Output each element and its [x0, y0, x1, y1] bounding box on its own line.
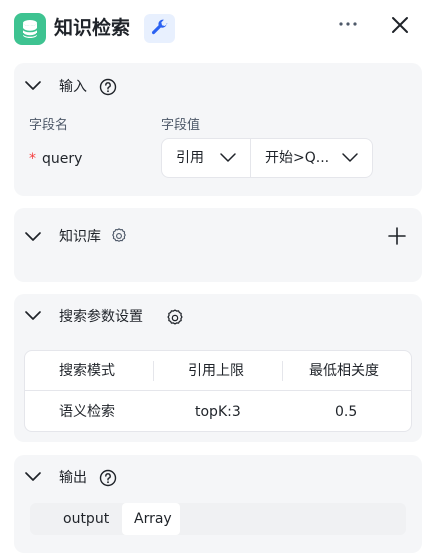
- search-params-table: 搜索模式 引用上限 最低相关度 语义检索 topK:3 0.5: [24, 350, 412, 432]
- column-header-field-value: 字段值: [161, 118, 201, 133]
- node-header: 知识检索: [0, 0, 437, 56]
- table-header-cell: 引用上限: [188, 363, 244, 379]
- section-title: 搜索参数设置: [59, 309, 143, 325]
- section-title: 输出: [59, 470, 87, 486]
- chevron-down-icon[interactable]: [24, 307, 42, 325]
- divider: [411, 361, 412, 381]
- table-cell: topK:3: [195, 404, 241, 420]
- ref-value-select[interactable]: 开始>Q...: [251, 139, 373, 177]
- output-name: output: [63, 511, 110, 527]
- output-type-tag: Array: [122, 503, 180, 535]
- wrench-icon[interactable]: [144, 14, 175, 43]
- section-title: 输入: [59, 79, 87, 95]
- field-value-selector: 引用 开始>Q...: [161, 138, 373, 178]
- field-name: query: [42, 151, 83, 167]
- help-icon[interactable]: [99, 78, 117, 96]
- ref-type-select[interactable]: 引用: [162, 139, 250, 177]
- help-icon[interactable]: [99, 469, 117, 487]
- divider: [282, 361, 283, 381]
- kb-section: 知识库: [14, 208, 422, 282]
- column-header-field-name: 字段名: [29, 118, 69, 133]
- ref-type-value: 引用: [176, 150, 204, 166]
- chevron-down-icon[interactable]: [24, 228, 42, 246]
- divider: [153, 361, 154, 381]
- table-cell: 语义检索: [59, 404, 115, 420]
- chevron-down-icon[interactable]: [24, 77, 42, 95]
- required-mark: *: [29, 151, 36, 167]
- output-row: output Array: [30, 503, 406, 535]
- ref-value: 开始>Q...: [265, 150, 330, 166]
- search-params-section: 搜索参数设置 搜索模式 引用上限 最低相关度 语义检索 topK:3 0.5: [14, 294, 422, 442]
- output-section: 输出 output Array: [14, 455, 422, 553]
- node-title: 知识检索: [54, 17, 131, 39]
- section-title: 知识库: [59, 229, 101, 245]
- plus-icon[interactable]: [388, 227, 406, 245]
- table-header-cell: 搜索模式: [59, 363, 115, 379]
- more-icon[interactable]: [336, 12, 360, 36]
- output-type: Array: [134, 511, 172, 527]
- gear-icon[interactable]: [110, 227, 128, 245]
- input-section: 输入 字段名 字段值 * query 引用 开始>Q...: [14, 63, 422, 196]
- database-icon: [14, 13, 46, 45]
- chevron-down-icon[interactable]: [24, 468, 42, 486]
- table-header-row: 搜索模式 引用上限 最低相关度: [25, 351, 412, 391]
- gear-icon[interactable]: [165, 308, 185, 328]
- table-header-cell: 最低相关度: [309, 363, 379, 379]
- close-icon[interactable]: [388, 13, 412, 37]
- table-cell: 0.5: [335, 404, 358, 420]
- chevron-down-icon: [342, 153, 358, 162]
- chevron-down-icon: [220, 153, 236, 162]
